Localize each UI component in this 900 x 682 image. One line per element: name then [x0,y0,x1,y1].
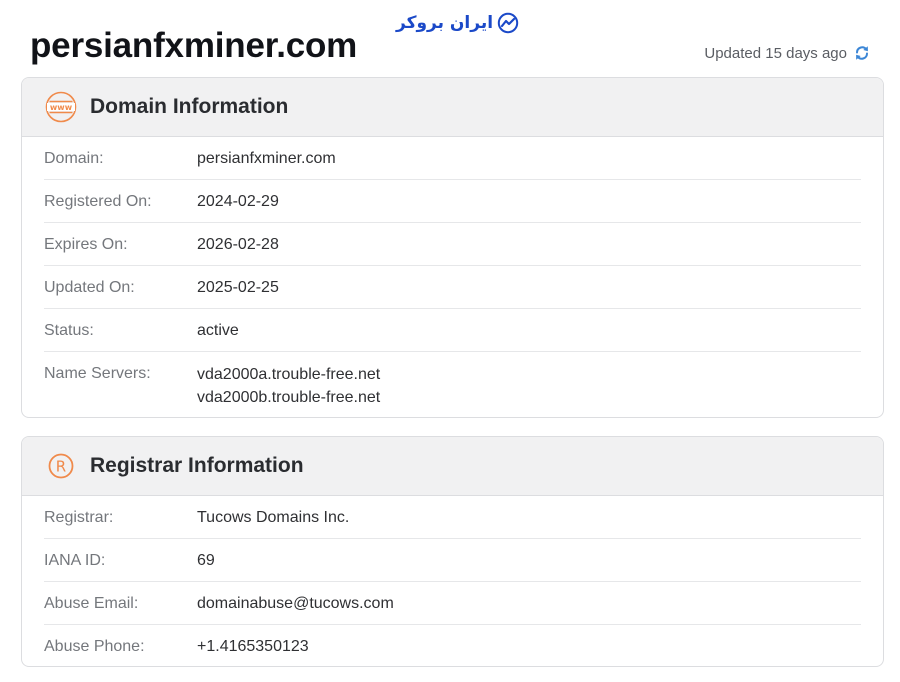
abuse-phone-label: Abuse Phone: [44,638,145,655]
name-server-1: vda2000a.trouble-free.net [197,366,381,383]
registered-on-label: Registered On: [44,193,152,210]
updated-on-row: Updated On: 2025-02-25 [44,266,861,309]
chart-logo-icon [497,12,519,34]
registrar-info-list: Registrar: Tucows Domains Inc. IANA ID: … [22,496,883,666]
domain-card-title: Domain Information [90,95,289,118]
updated-on-value: 2025-02-25 [197,279,279,296]
abuse-email-label: Abuse Email: [44,595,139,612]
svg-text:R: R [56,458,66,476]
iana-id-value: 69 [197,552,215,569]
domain-label: Domain: [44,150,104,167]
refresh-icon[interactable] [854,44,870,62]
name-servers-label: Name Servers: [44,365,151,382]
status-label: Status: [44,322,94,339]
domain-value: persianfxminer.com [197,150,336,167]
domain-info-list: Domain: persianfxminer.com Registered On… [22,137,883,412]
status-value: active [197,322,239,339]
brand-name: ایران بروکر [396,13,494,33]
expires-on-value: 2026-02-28 [197,236,279,253]
registrar-card-header: R Registrar Information [22,437,883,496]
page-title: persianfxminer.com [30,26,358,65]
expires-on-row: Expires On: 2026-02-28 [44,223,861,266]
registrar-information-card: R Registrar Information Registrar: Tucow… [21,436,884,667]
updated-on-label: Updated On: [44,279,135,296]
name-server-2: vda2000b.trouble-free.net [197,389,381,406]
domain-row: Domain: persianfxminer.com [44,137,861,180]
page: ایران بروکر persianfxminer.com Updated 1… [0,0,900,682]
brand-logo[interactable]: ایران بروکر [396,12,519,34]
iana-id-label: IANA ID: [44,552,106,569]
abuse-email-row: Abuse Email: domainabuse@tucows.com [44,582,861,625]
registered-on-value: 2024-02-29 [197,193,279,210]
domain-information-card: www Domain Information Domain: persianfx… [21,77,884,418]
registered-on-row: Registered On: 2024-02-29 [44,180,861,223]
svg-text:www: www [50,103,73,112]
iana-id-row: IANA ID: 69 [44,539,861,582]
updated-text: Updated 15 days ago [704,44,847,62]
abuse-phone-value: +1.4165350123 [197,638,309,655]
expires-on-label: Expires On: [44,236,128,253]
name-servers-list: vda2000a.trouble-free.net vda2000b.troub… [197,364,380,410]
registrar-label: Registrar: [44,509,114,526]
registrar-card-title: Registrar Information [90,454,304,477]
www-icon: www [45,91,77,123]
updated-status: Updated 15 days ago [704,44,870,62]
domain-card-header: www Domain Information [22,78,883,137]
abuse-email-value: domainabuse@tucows.com [197,595,394,612]
registered-icon: R [45,450,77,482]
registrar-value: Tucows Domains Inc. [197,509,350,526]
abuse-phone-row: Abuse Phone: +1.4165350123 [44,625,861,666]
registrar-row: Registrar: Tucows Domains Inc. [44,496,861,539]
status-row: Status: active [44,309,861,352]
name-servers-row: Name Servers: vda2000a.trouble-free.net … [44,352,861,412]
